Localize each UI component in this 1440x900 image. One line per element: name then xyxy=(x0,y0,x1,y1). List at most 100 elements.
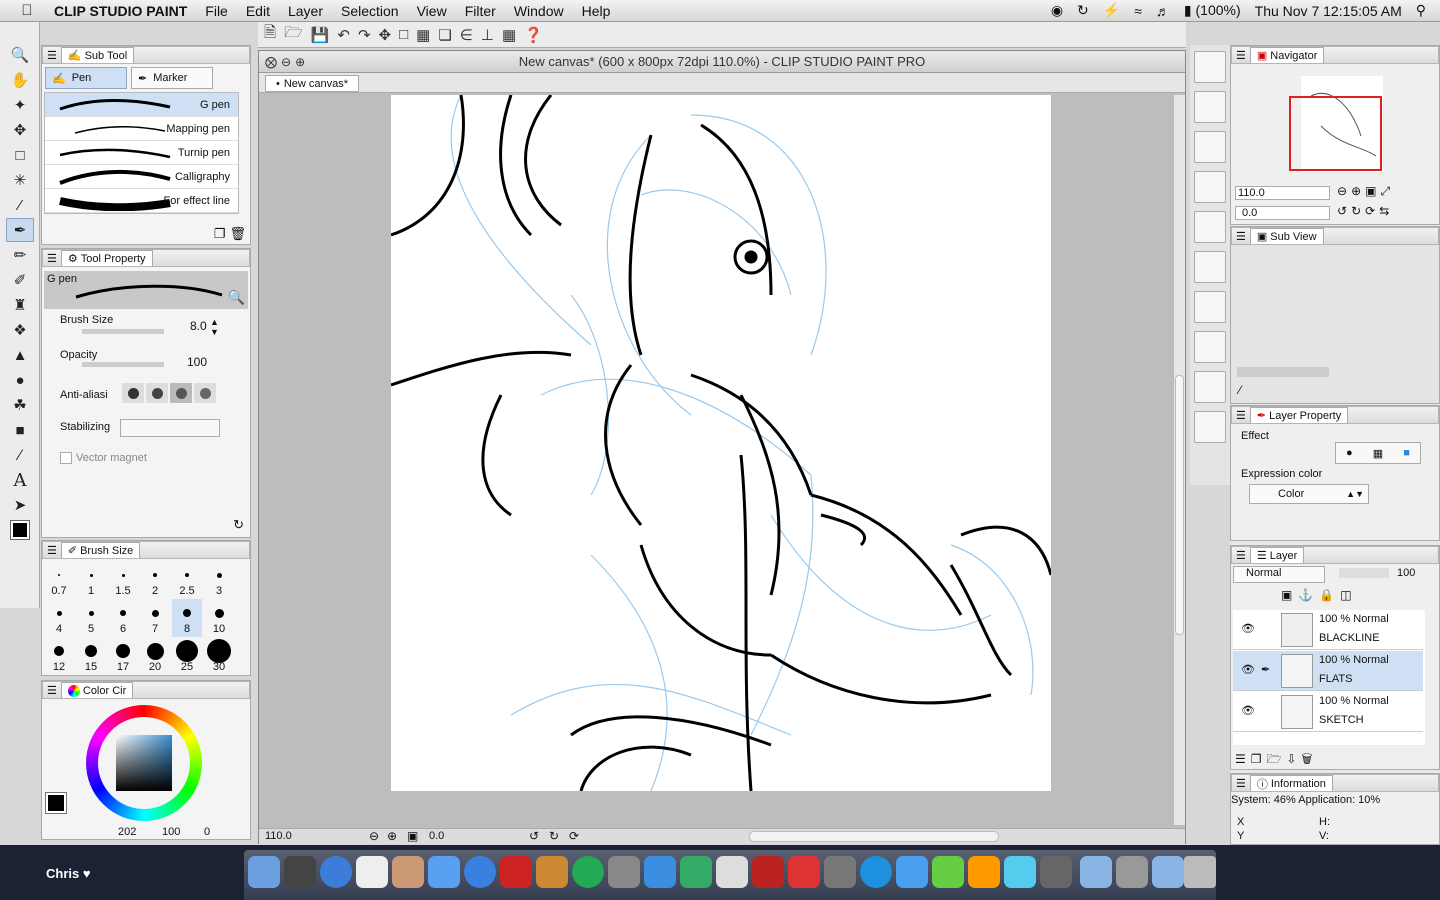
battery-status[interactable]: ▮ (100%) xyxy=(1184,2,1241,19)
close-window-icon[interactable]: ⨂ xyxy=(265,55,277,69)
vector-magnet-checkbox[interactable] xyxy=(60,452,72,464)
status-icon[interactable]: ◉ xyxy=(1051,2,1063,19)
timemachine-dock-icon[interactable] xyxy=(572,856,604,888)
brush-size-option[interactable]: 12 xyxy=(44,637,74,675)
subtool-tab[interactable]: ✍ Sub Tool xyxy=(60,47,135,63)
brushsize-tab[interactable]: ✐ Brush Size xyxy=(60,542,141,558)
image-material-icon[interactable] xyxy=(1194,91,1226,123)
effect-material-icon[interactable] xyxy=(1194,251,1226,283)
move-layer-icon[interactable]: ✥ xyxy=(6,118,34,142)
brush-size-option[interactable]: 10 xyxy=(204,599,234,637)
brush-size-option[interactable]: 1.5 xyxy=(108,561,138,599)
brush-material-icon[interactable] xyxy=(1194,331,1226,363)
saturation-square[interactable] xyxy=(116,735,172,791)
spotlight-search-icon[interactable]: ⚲ xyxy=(1416,2,1426,19)
object-tool-icon[interactable]: ➤ xyxy=(6,493,34,517)
grid-icon[interactable]: ▦ xyxy=(502,26,516,44)
itunes-icon[interactable] xyxy=(464,856,496,888)
menu-filter[interactable]: Filter xyxy=(465,3,496,19)
brush-effect-line[interactable]: For effect line xyxy=(45,189,238,213)
messages-icon[interactable] xyxy=(428,856,460,888)
3d-material-icon[interactable] xyxy=(1194,371,1226,403)
reset-settings-icon[interactable]: ↻ xyxy=(233,517,244,533)
pen-app-icon[interactable] xyxy=(680,856,712,888)
word-app-icon[interactable] xyxy=(896,856,928,888)
minimize-window-icon[interactable]: ⊖ xyxy=(281,55,291,69)
nav-zoom-out-icon[interactable]: ⊖ xyxy=(1337,184,1351,198)
documents-stack-icon[interactable] xyxy=(1116,856,1148,888)
menu-view[interactable]: View xyxy=(417,3,447,19)
canvas-tab[interactable]: • New canvas* xyxy=(265,75,360,92)
panel-menu-icon[interactable]: ☰ xyxy=(1236,49,1246,62)
fill-icon[interactable]: ▦ xyxy=(416,26,430,44)
nav-fit-icon[interactable]: ⤢ xyxy=(1380,184,1394,198)
brush-tool-icon[interactable]: ✐ xyxy=(6,268,34,292)
layer-row[interactable]: 👁 100 % Normal SKETCH xyxy=(1233,692,1423,732)
brush-size-option[interactable]: 15 xyxy=(76,637,106,675)
pencil-tool-icon[interactable]: ✏ xyxy=(6,243,34,267)
visibility-eye-icon[interactable]: 👁 xyxy=(1241,663,1255,676)
paint-app-icon[interactable] xyxy=(968,856,1000,888)
brush-size-option[interactable]: 0.7 xyxy=(44,561,74,599)
navigator-viewport-frame[interactable] xyxy=(1289,96,1382,171)
clip-studio-icon[interactable] xyxy=(716,856,748,888)
ruler-icon[interactable]: ⊥ xyxy=(481,26,494,44)
canvas-zoom-value[interactable]: 110.0 xyxy=(265,830,292,842)
game-app-icon[interactable] xyxy=(932,856,964,888)
merge-down-icon[interactable]: ⇩ xyxy=(1286,752,1301,766)
material-panel-icon[interactable] xyxy=(1194,51,1226,83)
subview-zoom-slider[interactable] xyxy=(1237,367,1329,377)
operation-tool-icon[interactable]: ✦ xyxy=(6,93,34,117)
layer-row[interactable]: 👁 100 % Normal BLACKLINE xyxy=(1233,610,1423,650)
tab-marker[interactable]: ✒ Marker xyxy=(131,67,213,89)
panel-menu-icon[interactable]: ☰ xyxy=(1236,230,1246,243)
new-layer-icon[interactable]: ❐ xyxy=(1251,752,1267,766)
brush-gpen[interactable]: G pen xyxy=(45,93,238,117)
frame-material-icon[interactable] xyxy=(1194,211,1226,243)
horizontal-scroll-thumb[interactable] xyxy=(749,831,999,842)
brush-size-option[interactable]: 2 xyxy=(140,561,170,599)
system-preferences-icon[interactable] xyxy=(608,856,640,888)
sai-app-icon[interactable] xyxy=(752,856,784,888)
nav-zoom-in-icon[interactable]: ⊕ xyxy=(1351,184,1365,198)
stabilizing-control[interactable] xyxy=(120,419,220,437)
blend-mode-select[interactable]: Normal xyxy=(1233,566,1325,583)
lock-alpha-icon[interactable]: ◫ xyxy=(1340,588,1357,602)
navigator-thumbnail[interactable] xyxy=(1289,76,1383,172)
layer-tab[interactable]: ☰ Layer xyxy=(1249,547,1305,563)
menu-window[interactable]: Window xyxy=(514,3,564,19)
vector-magnet-row[interactable]: Vector magnet xyxy=(60,452,147,464)
skype-icon[interactable] xyxy=(860,856,892,888)
open-file-icon[interactable]: 🗁 xyxy=(284,22,303,47)
zoom-out-icon[interactable]: ⊖ xyxy=(369,829,379,843)
zoom-tool-icon[interactable]: 🔍 xyxy=(6,43,34,67)
effect-border-icon[interactable]: ● xyxy=(1346,447,1353,459)
line-tool-icon[interactable]: ∕ xyxy=(6,443,34,467)
transform-icon[interactable]: ✥ xyxy=(379,26,392,44)
subview-eyedropper-icon[interactable]: ⁄ xyxy=(1239,383,1241,397)
vertical-scrollbar[interactable] xyxy=(1173,95,1185,825)
visibility-eye-icon[interactable]: 👁 xyxy=(1241,622,1255,635)
info-tab[interactable]: ⓘ Information xyxy=(1249,775,1333,791)
foreground-color-swatch[interactable] xyxy=(45,792,67,814)
steam-icon[interactable] xyxy=(1040,856,1072,888)
menu-edit[interactable]: Edit xyxy=(246,3,270,19)
fill-tool-icon[interactable]: ☘ xyxy=(6,393,34,417)
background-material-icon[interactable] xyxy=(1194,291,1226,323)
reference-icon[interactable]: ⚓ xyxy=(1298,588,1319,602)
safari-icon[interactable] xyxy=(320,856,352,888)
deselect-icon[interactable]: □ xyxy=(399,26,408,43)
aa-none-option[interactable] xyxy=(122,383,144,403)
timemachine-icon[interactable]: ↻ xyxy=(1077,2,1089,19)
flash-icon[interactable] xyxy=(788,856,820,888)
drawing-app-icon[interactable] xyxy=(824,856,856,888)
volume-icon[interactable]: ♬ xyxy=(1156,3,1170,19)
layerprop-tab[interactable]: ✒ Layer Property xyxy=(1249,407,1349,423)
opacity-slider[interactable] xyxy=(82,362,164,367)
brush-size-option[interactable]: 6 xyxy=(108,599,138,637)
brush-size-option[interactable]: 3 xyxy=(204,561,234,599)
brush-size-option[interactable]: 25 xyxy=(172,637,202,675)
toolprop-tab[interactable]: ⚙ Tool Property xyxy=(60,250,153,266)
panel-menu-icon[interactable]: ☰ xyxy=(47,252,57,265)
brush-size-option[interactable]: 1 xyxy=(76,561,106,599)
